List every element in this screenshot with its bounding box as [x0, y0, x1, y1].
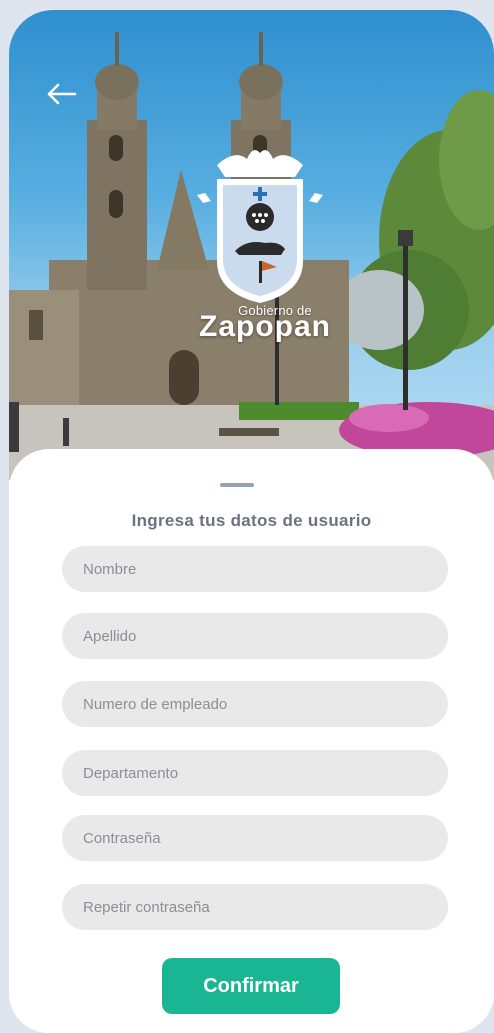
- department-input[interactable]: [62, 750, 448, 796]
- hero-photo: Gobierno de Zapopan: [9, 10, 494, 480]
- confirm-button[interactable]: Confirmar: [162, 958, 340, 1014]
- app-screen: Gobierno de Zapopan Ingresa tus datos de…: [9, 10, 494, 1033]
- form-title: Ingresa tus datos de usuario: [131, 511, 372, 530]
- logo-wordmark: Zapopan: [199, 310, 331, 343]
- last-name-input[interactable]: [62, 613, 448, 659]
- registration-sheet: Ingresa tus datos de usuario Confirmar: [9, 449, 494, 1033]
- password-input[interactable]: [62, 815, 448, 861]
- arrow-left-icon[interactable]: [45, 80, 79, 108]
- first-name-input[interactable]: [62, 546, 448, 592]
- employee-number-input[interactable]: [62, 681, 448, 727]
- drag-handle[interactable]: [220, 483, 254, 487]
- repeat-password-input[interactable]: [62, 884, 448, 930]
